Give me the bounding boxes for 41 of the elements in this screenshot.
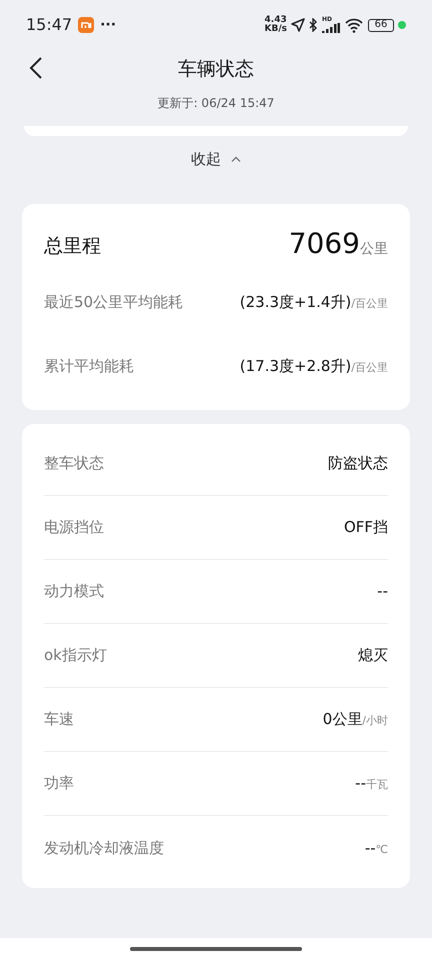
row-value: OFF挡 xyxy=(344,517,388,538)
collapse-button[interactable]: 收起 xyxy=(191,148,241,170)
caret-up-icon xyxy=(231,156,241,162)
unit-label: 公里 xyxy=(360,240,388,259)
unit-label: ℃ xyxy=(376,842,388,858)
charging-dot-icon xyxy=(398,21,406,29)
more-notifications: ··· xyxy=(100,16,116,34)
back-chevron-icon xyxy=(29,56,43,80)
row-value: (23.3度+1.4升) xyxy=(240,292,352,313)
mileage-value: 7069 xyxy=(288,230,360,258)
row-label: 累计平均能耗 xyxy=(44,356,134,377)
unit-label: 千瓦 xyxy=(366,777,388,794)
row-label: ok指示灯 xyxy=(44,645,107,666)
row-value: (17.3度+2.8升) xyxy=(240,356,352,377)
net-speed-unit: KB/s xyxy=(264,25,287,34)
row-label: 电源挡位 xyxy=(44,517,104,538)
unit-label: /百公里 xyxy=(351,296,388,312)
row-value: -- xyxy=(364,838,376,859)
row-value: 0公里 xyxy=(322,709,362,730)
row-label: 发动机冷却液温度 xyxy=(44,838,164,859)
row-label: 最近50公里平均能耗 xyxy=(44,292,184,313)
location-icon xyxy=(291,18,305,32)
signal-icon xyxy=(322,23,340,33)
row-label: 车速 xyxy=(44,709,74,730)
status-time: 15:47 xyxy=(26,14,72,36)
unit-label: /小时 xyxy=(362,713,388,730)
row-label: 功率 xyxy=(44,773,74,794)
page-title: 车辆状态 xyxy=(178,57,254,82)
mileage-label: 总里程 xyxy=(44,234,101,258)
net-speed-value: 4.43 xyxy=(264,16,287,25)
updated-time: 更新于: 06/24 15:47 xyxy=(158,94,274,112)
row-value: 熄灭 xyxy=(358,645,388,666)
row-label: 动力模式 xyxy=(44,581,104,602)
row-value: -- xyxy=(377,581,388,602)
row-value: 防盗状态 xyxy=(328,453,388,474)
row-label: 整车状态 xyxy=(44,453,104,474)
wifi-icon xyxy=(344,18,364,32)
row-value: -- xyxy=(355,773,366,794)
app-notification-icon xyxy=(78,17,94,33)
bluetooth-icon xyxy=(309,18,318,32)
unit-label: /百公里 xyxy=(351,360,388,376)
